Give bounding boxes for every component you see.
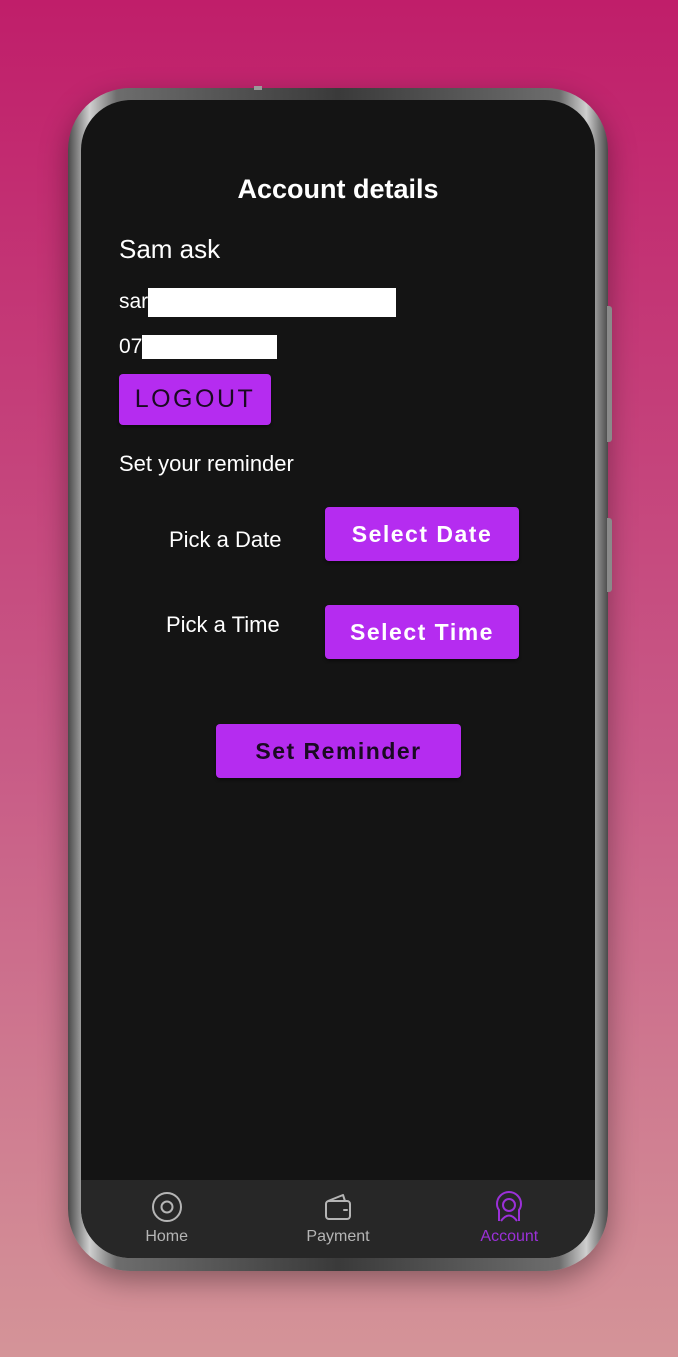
user-icon — [496, 1191, 523, 1222]
user-email: sar — [119, 287, 397, 317]
nav-item-home[interactable]: Home — [82, 1180, 252, 1246]
page-title: Account details — [237, 174, 439, 204]
pick-time-label: Pick a Time — [166, 612, 280, 637]
logout-button[interactable]: LOGOUT — [119, 374, 271, 425]
app-screen: Account details Sam ask sar 07 LOGOUT Se… — [81, 100, 595, 1258]
volume-button — [607, 306, 612, 442]
power-button — [607, 518, 612, 592]
phone-text: 07 — [119, 335, 143, 358]
email-text: sar — [119, 290, 149, 313]
phone-redaction — [142, 335, 278, 359]
pick-date-label: Pick a Date — [169, 527, 282, 552]
user-phone: 07 — [119, 334, 278, 360]
bottom-navigation: Home Payment Account — [81, 1180, 595, 1258]
nav-item-payment[interactable]: Payment — [253, 1180, 423, 1246]
frame-seam — [254, 86, 262, 90]
set-reminder-button[interactable]: Set Reminder — [216, 724, 461, 778]
wallet-icon — [324, 1194, 351, 1220]
email-redaction — [148, 287, 397, 317]
nav-label-account: Account — [480, 1228, 539, 1245]
user-name: Sam ask — [119, 234, 221, 264]
nav-item-account[interactable]: Account — [425, 1180, 595, 1246]
phone-frame: Account details Sam ask sar 07 LOGOUT Se… — [68, 86, 612, 1271]
select-time-button[interactable]: Select Time — [325, 605, 519, 659]
select-date-button[interactable]: Select Date — [325, 507, 519, 561]
nav-label-home: Home — [145, 1228, 188, 1245]
home-circle-icon — [151, 1192, 182, 1222]
reminder-heading: Set your reminder — [119, 451, 294, 476]
nav-label-payment: Payment — [306, 1228, 370, 1245]
